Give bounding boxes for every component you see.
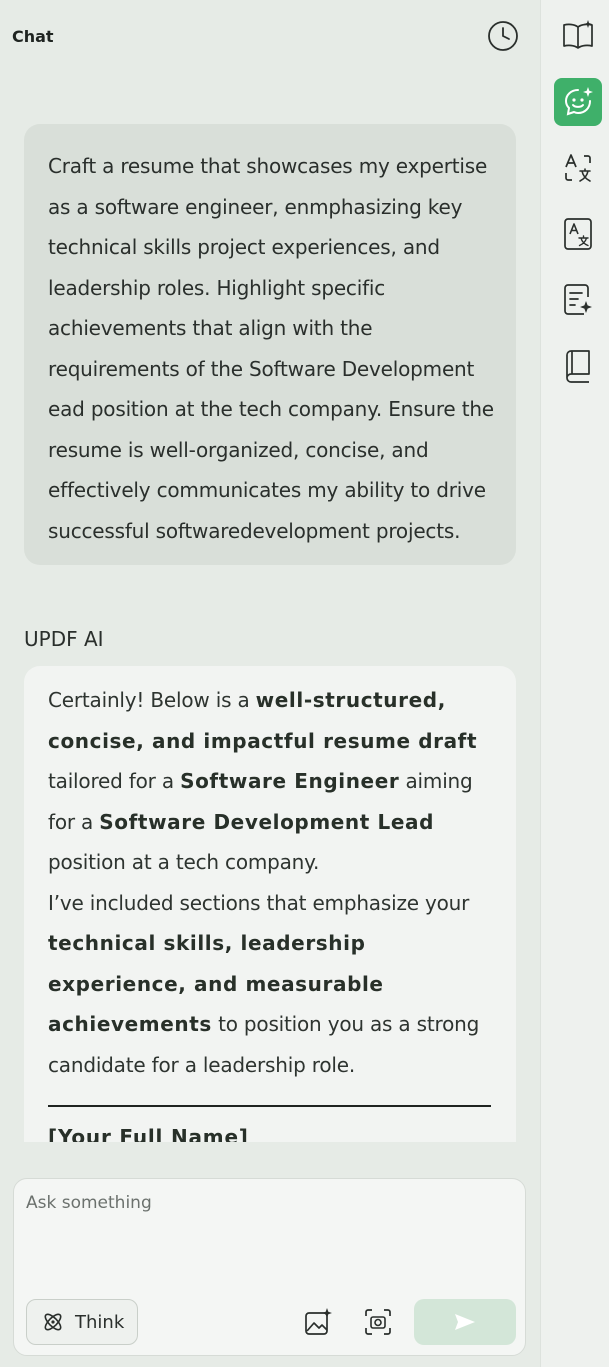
send-button[interactable] xyxy=(414,1299,516,1345)
think-toggle-button[interactable]: Think xyxy=(26,1299,138,1345)
translate-icon xyxy=(562,152,594,184)
user-message-text: Craft a resume that showcases my experti… xyxy=(48,154,494,543)
resume-name-heading: [Your Full Name] xyxy=(48,1125,249,1142)
chat-header: Chat xyxy=(0,0,540,76)
assistant-text: position at a tech company. xyxy=(48,850,320,874)
assistant-text: Certainly! Below is a xyxy=(48,688,256,712)
page-title: Chat xyxy=(12,27,54,46)
assistant-bold-text: Software Development Lead xyxy=(99,809,435,834)
image-upload-button[interactable] xyxy=(300,1304,336,1340)
message-composer: Think xyxy=(13,1178,526,1356)
horizontal-rule xyxy=(48,1105,491,1107)
rail-item-chat[interactable] xyxy=(554,78,602,126)
library-icon xyxy=(562,349,594,383)
rail-item-translate-page[interactable] xyxy=(554,210,602,258)
ai-chat-icon xyxy=(562,86,594,118)
think-label: Think xyxy=(75,1311,125,1333)
rail-item-translate[interactable] xyxy=(554,144,602,192)
assistant-second-paragraph: I’ve included sections that emphasize yo… xyxy=(48,883,494,1086)
assistant-name: UPDF AI xyxy=(24,627,104,651)
assistant-text: I’ve included sections that emphasize yo… xyxy=(48,890,470,915)
send-icon xyxy=(453,1312,477,1332)
rail-item-summarize[interactable] xyxy=(554,276,602,324)
assistant-message: Certainly! Below is a well-structured, c… xyxy=(24,666,516,1142)
chat-panel: Chat Craft a resume that showcases my ex… xyxy=(0,0,540,1367)
screenshot-button[interactable] xyxy=(360,1304,396,1340)
user-message: Craft a resume that showcases my experti… xyxy=(24,124,516,565)
summary-icon xyxy=(562,283,594,317)
ask-input[interactable] xyxy=(26,1193,506,1293)
clock-icon xyxy=(487,20,519,52)
image-spark-icon xyxy=(303,1307,333,1337)
book-open-icon xyxy=(561,20,595,50)
camera-icon xyxy=(363,1307,393,1337)
assistant-intro-paragraph: Certainly! Below is a well-structured, c… xyxy=(48,680,494,883)
rail-item-library[interactable] xyxy=(554,342,602,390)
assistant-text: tailored for a xyxy=(48,769,181,793)
translate-page-icon xyxy=(562,217,594,251)
atom-icon xyxy=(41,1310,65,1334)
assistant-bold-text: Software Engineer xyxy=(180,769,400,793)
tool-rail xyxy=(540,0,609,1367)
history-button[interactable] xyxy=(486,19,520,53)
rail-item-read[interactable] xyxy=(554,11,602,59)
